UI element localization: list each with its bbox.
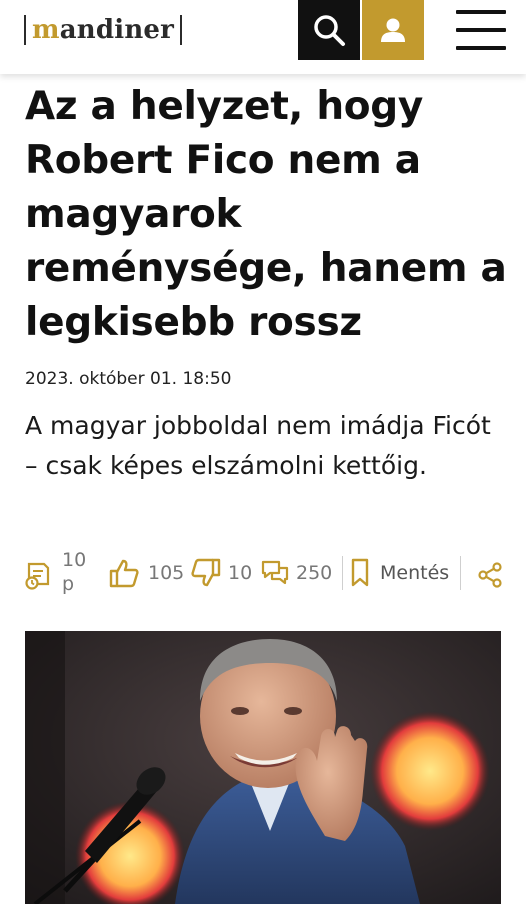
menu-line: [456, 28, 506, 32]
thumbs-up-icon: [109, 559, 139, 588]
reading-time-unit: p: [62, 573, 75, 595]
dislike-button[interactable]: 10: [190, 558, 252, 588]
reading-time: [24, 560, 52, 590]
article-hero-image[interactable]: [25, 631, 501, 904]
logo-left-bar: [24, 15, 26, 45]
dislikes-count: 10: [228, 562, 253, 584]
comments-icon: [261, 560, 289, 585]
user-icon: [381, 18, 405, 42]
site-logo[interactable]: m andiner: [18, 14, 188, 46]
meta-divider: [342, 556, 343, 590]
logo-rest: andiner: [59, 15, 175, 45]
comments-button[interactable]: 250: [260, 558, 332, 588]
likes-count: 105: [148, 562, 185, 584]
reading-time-value: 10: [62, 549, 87, 571]
save-label: Mentés: [380, 562, 450, 584]
site-header: m andiner: [0, 0, 526, 74]
article-lead: A magyar jobboldal nem imádja Ficót – cs…: [25, 411, 491, 480]
thumbs-down-icon: [191, 558, 221, 587]
logo-right-bar: [180, 15, 183, 45]
search-icon: [314, 15, 345, 46]
menu-line: [456, 10, 506, 14]
comments-count: 250: [296, 562, 333, 584]
article-meta-bar: 10 p 105 10 250 Mentés: [22, 548, 508, 602]
save-button[interactable]: Mentés: [350, 558, 449, 588]
share-button[interactable]: [478, 562, 502, 588]
article-title: Az a helyzet, hogy Robert Fico nem a mag…: [25, 84, 507, 345]
search-button[interactable]: [298, 0, 360, 60]
article-date: 2023. október 01. 18:50: [25, 369, 232, 389]
bookmark-icon: [351, 558, 369, 587]
logo-first-letter: m: [32, 15, 60, 45]
share-icon: [478, 562, 502, 588]
reading-time-text: 10 p: [62, 548, 86, 596]
like-button[interactable]: 105: [108, 558, 184, 588]
speaker-photo: [25, 631, 501, 904]
hamburger-menu-button[interactable]: [452, 6, 510, 54]
menu-line: [456, 46, 506, 50]
meta-divider: [460, 556, 461, 590]
reading-time-icon: [25, 562, 50, 590]
user-account-button[interactable]: [362, 0, 424, 60]
